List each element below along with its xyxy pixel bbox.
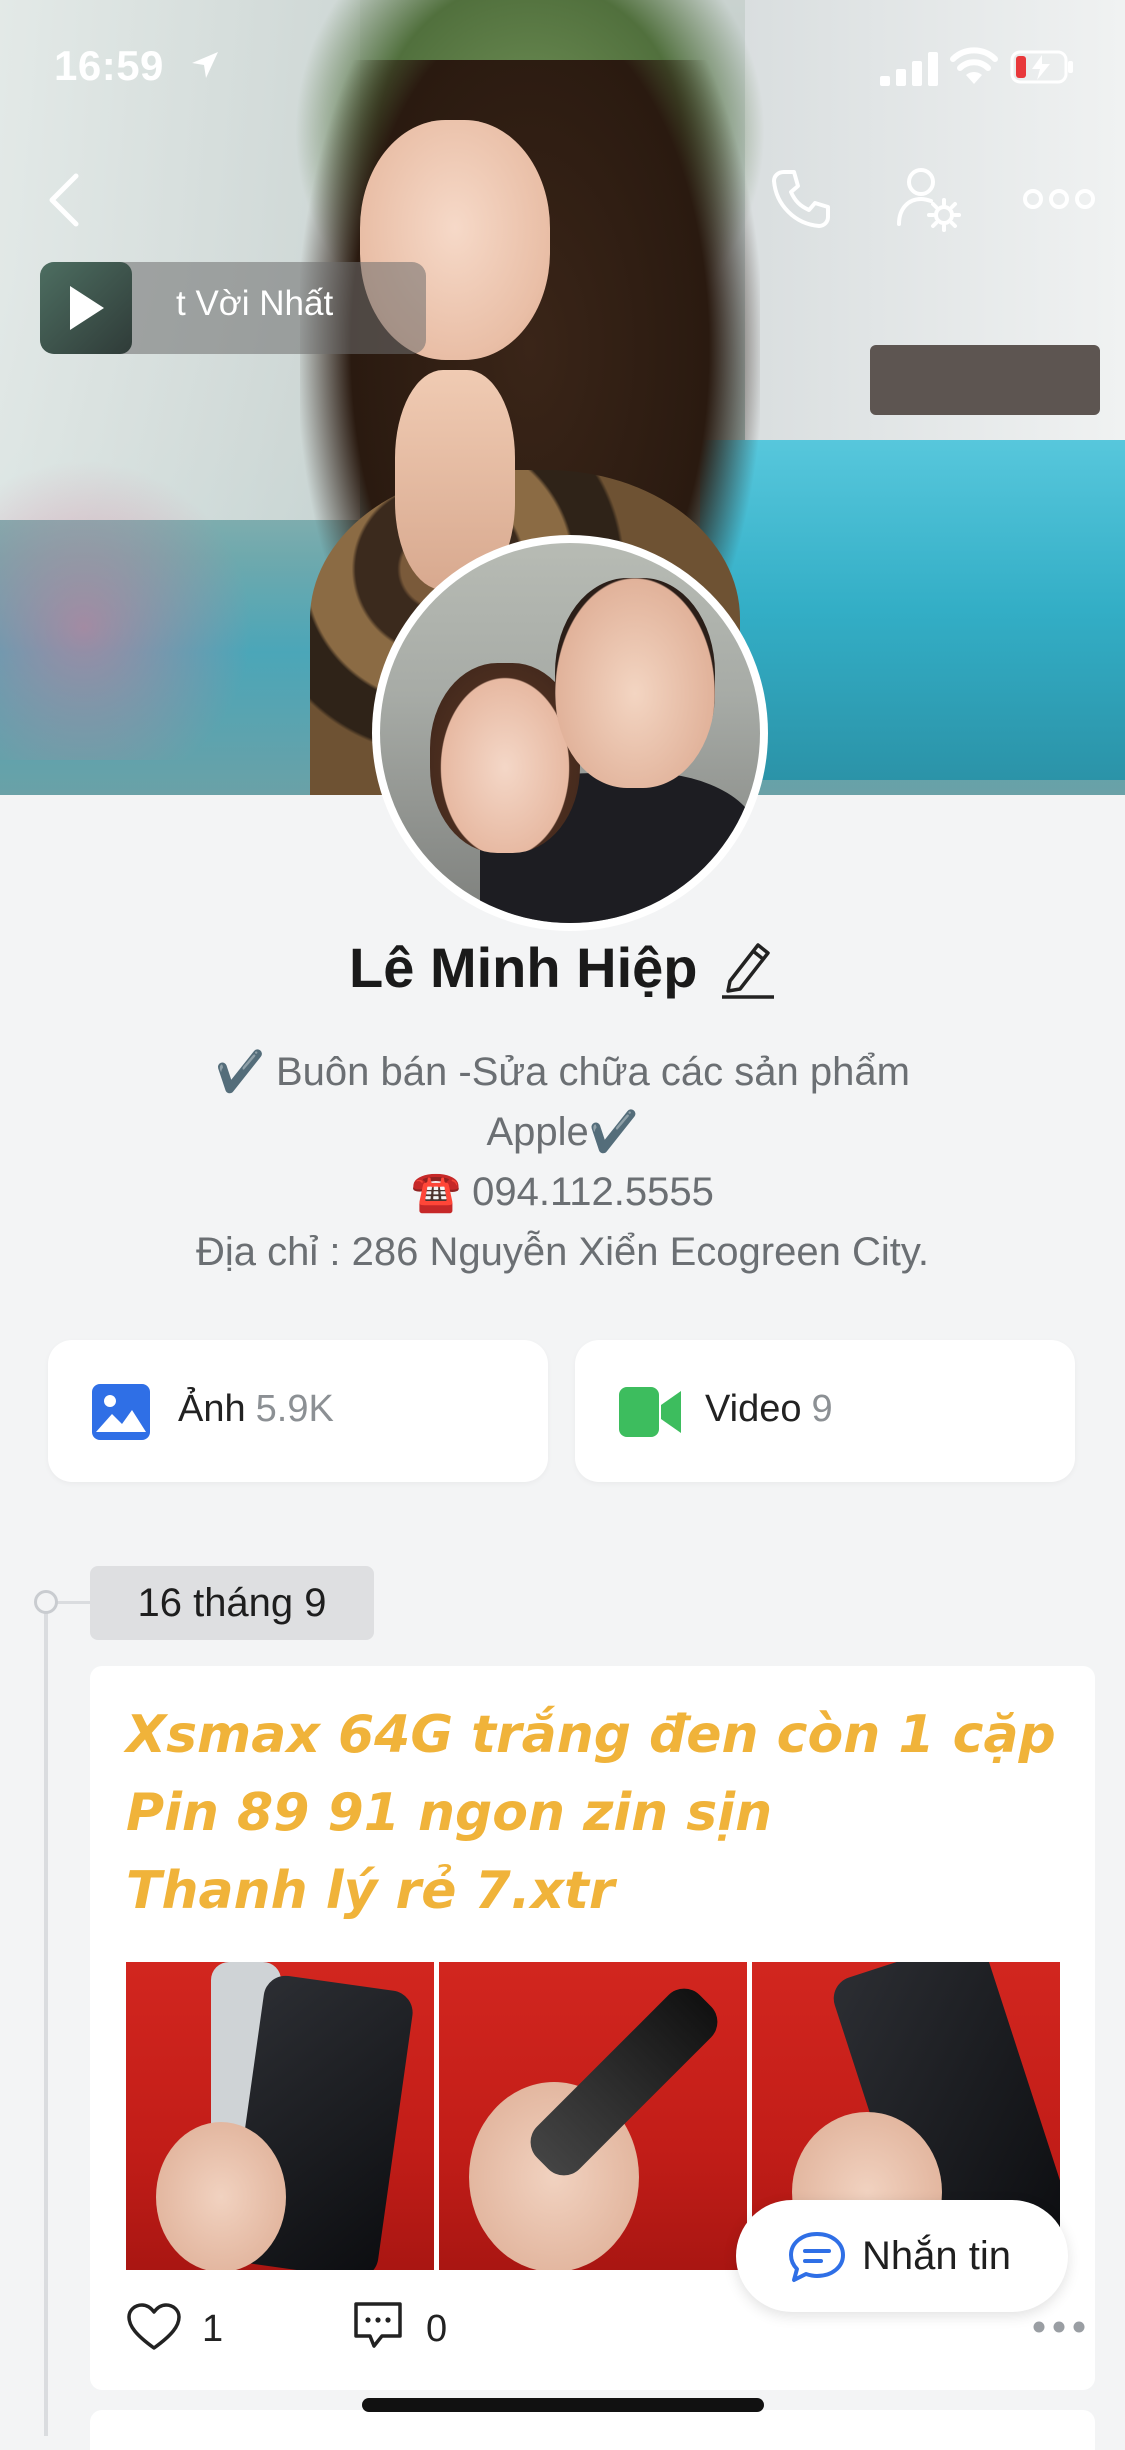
chat-bubble-icon — [789, 2232, 845, 2282]
post-photo[interactable] — [439, 1962, 747, 2270]
videos-card[interactable]: Video 9 — [575, 1340, 1075, 1482]
comment-count: 0 — [426, 2308, 448, 2350]
post-text-line: Xsmax 64G trắng đen còn 1 cặp — [126, 1705, 1056, 1765]
message-button-label: Nhắn tin — [862, 2234, 1011, 2278]
status-bar: 16:59 — [0, 0, 1125, 140]
wifi-icon — [950, 47, 998, 84]
videos-count: 9 — [811, 1388, 833, 1430]
bio-line: Apple✔️ — [486, 1110, 639, 1154]
photos-card[interactable]: Ảnh 5.9K — [48, 1340, 548, 1482]
bio-line: Địa chỉ : 286 Nguyễn Xiển Ecogreen City. — [196, 1230, 929, 1274]
photos-label: Ảnh — [178, 1388, 246, 1430]
post-photo[interactable] — [126, 1962, 434, 2270]
post-more-icon[interactable] — [1032, 2320, 1086, 2334]
phone-icon[interactable] — [770, 168, 832, 230]
photo-hand — [156, 2122, 286, 2270]
photos-card-label: Ảnh 5.9K — [178, 1388, 334, 1431]
profile-music-chip[interactable]: t Vời Nhất — [40, 262, 426, 354]
videos-card-label: Video 9 — [705, 1388, 833, 1431]
avatar[interactable] — [372, 535, 768, 931]
post-text-line: Pin 89 91 ngon zin sịn — [126, 1783, 773, 1843]
music-title: t Vời Nhất — [176, 284, 334, 323]
heart-icon[interactable] — [126, 2302, 182, 2352]
avatar-photo — [380, 543, 760, 923]
profile-name-row: Lê Minh Hiệp — [0, 935, 1125, 1000]
location-arrow-icon — [190, 50, 220, 89]
next-post-card — [90, 2410, 1095, 2450]
timeline-dot — [34, 1590, 58, 1614]
post-text[interactable]: Xsmax 64G trắng đen còn 1 cặp Pin 89 91 … — [126, 1696, 1076, 1930]
timeline-date: 16 tháng 9 — [90, 1566, 374, 1640]
status-time: 16:59 — [54, 42, 164, 89]
cover-bench — [870, 345, 1100, 415]
photo-icon — [92, 1384, 150, 1440]
post-text-line: Thanh lý rẻ 7.xtr — [126, 1861, 615, 1921]
profile-settings-icon[interactable] — [895, 166, 961, 232]
bio-line: ✔️ Buôn bán -Sửa chữa các sản phẩm — [215, 1050, 910, 1094]
comment-icon[interactable] — [352, 2300, 404, 2352]
signal-icon — [880, 52, 938, 86]
profile-name: Lê Minh Hiệp — [349, 936, 698, 999]
battery-icon — [1010, 50, 1073, 84]
back-icon[interactable] — [44, 170, 84, 230]
home-indicator[interactable] — [362, 2398, 764, 2412]
photos-count: 5.9K — [255, 1388, 334, 1430]
more-icon[interactable] — [1022, 188, 1096, 210]
cover-bicycle — [0, 430, 280, 760]
like-count: 1 — [202, 2308, 224, 2350]
video-icon — [619, 1387, 681, 1437]
avatar-person-right — [555, 578, 715, 788]
edit-icon[interactable] — [720, 937, 776, 999]
timeline-line — [44, 1604, 48, 2436]
timeline-connector — [52, 1601, 92, 1604]
bio-line[interactable]: ☎️ 094.112.5555 — [60, 1162, 1065, 1222]
message-button[interactable]: Nhắn tin — [736, 2200, 1068, 2312]
profile-bio: ✔️ Buôn bán -Sửa chữa các sản phẩm Apple… — [60, 1042, 1065, 1282]
videos-label: Video — [705, 1388, 802, 1430]
play-icon[interactable] — [70, 286, 104, 330]
